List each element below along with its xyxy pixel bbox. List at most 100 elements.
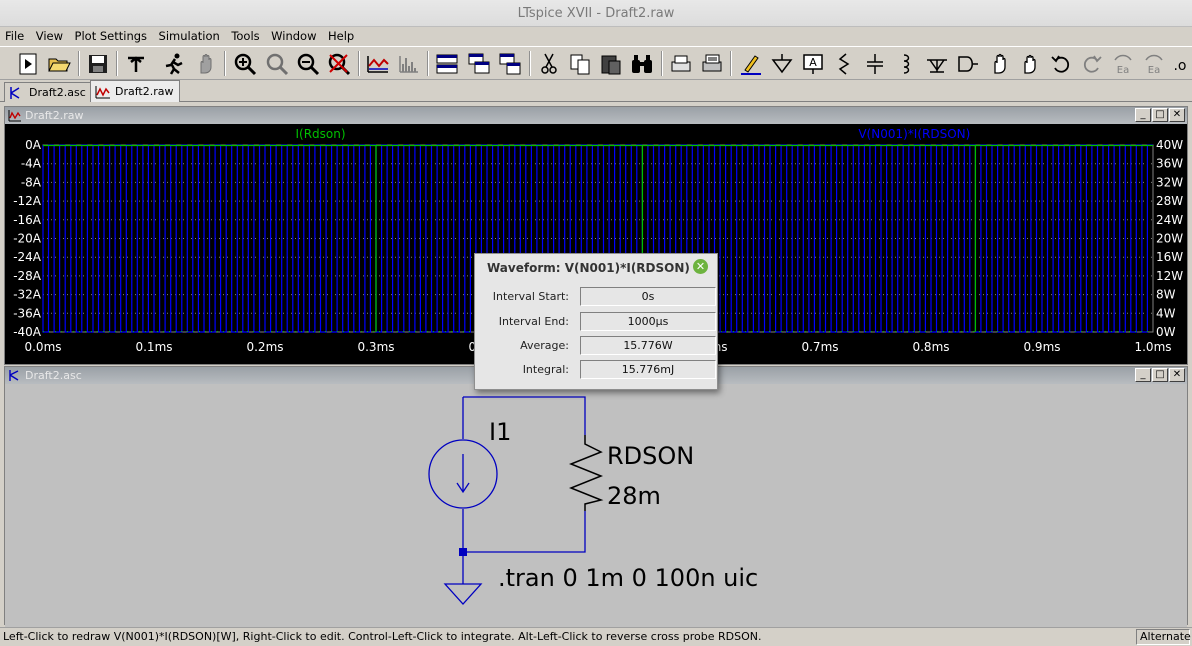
average-label: Average: xyxy=(520,339,569,352)
undo-icon[interactable] xyxy=(1047,50,1075,77)
save-icon[interactable] xyxy=(84,50,112,77)
svg-text:A: A xyxy=(809,56,817,69)
menu-plot-settings[interactable]: Plot Settings xyxy=(70,27,151,46)
y-right-tick-label: 28W xyxy=(1156,194,1183,208)
interval-start-row: Interval Start: 0s xyxy=(475,287,719,307)
draw-wire-icon[interactable] xyxy=(737,50,765,77)
dialog-title: Waveform: V(N001)*I(RDSON) xyxy=(487,261,690,275)
spice-directive-icon[interactable]: .o xyxy=(1168,50,1192,77)
maximize-button[interactable]: □ xyxy=(1152,368,1168,382)
rotate-icon[interactable]: Ea xyxy=(1109,50,1137,77)
print-setup-icon[interactable] xyxy=(667,50,695,77)
close-button[interactable]: ✕ xyxy=(1169,368,1185,382)
x-tick-label: 1.0ms xyxy=(1134,340,1171,354)
diode-icon[interactable] xyxy=(923,50,951,77)
junction-dot xyxy=(459,548,467,556)
wires[interactable] xyxy=(462,396,586,584)
y-left-tick-label: -16A xyxy=(13,213,42,227)
redo-icon[interactable] xyxy=(1078,50,1106,77)
capacitor-icon[interactable] xyxy=(861,50,889,77)
y-right-tick-label: 16W xyxy=(1156,250,1183,264)
average-value[interactable]: 15.776W xyxy=(580,336,716,355)
x-tick-label: 0.2ms xyxy=(246,340,283,354)
y-right-tick-label: 36W xyxy=(1156,157,1183,171)
autorange-icon[interactable] xyxy=(364,50,392,77)
status-text: Left-Click to redraw V(N001)*I(RDSON)[W]… xyxy=(3,630,762,643)
mirror-icon[interactable]: Ea xyxy=(1140,50,1168,77)
tile-horizontal-icon[interactable] xyxy=(433,50,461,77)
menu-tools[interactable]: Tools xyxy=(226,27,262,46)
waveform-icon xyxy=(95,85,110,98)
y-right-tick-label: 4W xyxy=(1156,306,1176,320)
y-left-tick-label: -20A xyxy=(13,232,42,246)
component-icon[interactable] xyxy=(954,50,982,77)
schematic-icon xyxy=(10,86,20,99)
y-right-tick-label: 32W xyxy=(1156,175,1183,189)
menu-bar: File View Plot Settings Simulation Tools… xyxy=(0,27,1192,46)
x-tick-label: 0.8ms xyxy=(912,340,949,354)
y-left-tick-label: 0A xyxy=(25,138,42,152)
x-tick-label: 0.9ms xyxy=(1023,340,1060,354)
zoom-out-icon[interactable] xyxy=(294,50,322,77)
svg-text:Ea: Ea xyxy=(1117,65,1129,76)
interval-end-label: Interval End: xyxy=(498,315,569,328)
source-label[interactable]: I1 xyxy=(489,418,511,446)
cut-icon[interactable] xyxy=(535,50,563,77)
average-row: Average: 15.776W xyxy=(475,336,719,356)
menu-file[interactable]: File xyxy=(0,27,27,46)
tab-draft2-raw[interactable]: Draft2.raw xyxy=(90,80,181,102)
menu-window[interactable]: Window xyxy=(266,27,319,46)
integral-value: 15.776mJ xyxy=(580,360,716,379)
move-icon[interactable] xyxy=(985,50,1013,77)
zoom-cancel-icon[interactable] xyxy=(325,50,353,77)
y-left-tick-label: -40A xyxy=(13,325,42,339)
print-icon[interactable] xyxy=(698,50,726,77)
resistor-symbol[interactable] xyxy=(568,435,604,511)
menu-simulation[interactable]: Simulation xyxy=(154,27,223,46)
svg-text:.o: .o xyxy=(1173,58,1186,74)
resistor-label[interactable]: RDSON xyxy=(607,442,694,470)
find-icon[interactable] xyxy=(628,50,656,77)
open-icon[interactable] xyxy=(45,50,73,77)
schematic-canvas[interactable]: I1 RDSON 28m .tran 0 1m 0 100n uic xyxy=(5,384,1187,630)
document-tabs: Draft2.asc Draft2.raw xyxy=(0,80,1192,102)
tab-draft2-asc[interactable]: Draft2.asc xyxy=(4,82,93,102)
menu-view[interactable]: View xyxy=(31,27,66,46)
copy-icon[interactable] xyxy=(566,50,594,77)
control-panel-icon[interactable] xyxy=(122,50,150,77)
y-left-tick-label: -4A xyxy=(21,157,42,171)
menu-help[interactable]: Help xyxy=(323,27,357,46)
inductor-icon[interactable] xyxy=(892,50,920,77)
close-button[interactable]: ✕ xyxy=(1169,108,1185,122)
new-schematic-icon[interactable] xyxy=(14,50,42,77)
spice-directive[interactable]: .tran 0 1m 0 100n uic xyxy=(498,564,758,592)
close-icon[interactable]: ✕ xyxy=(693,259,708,274)
ground-icon[interactable] xyxy=(768,50,796,77)
current-source-symbol[interactable] xyxy=(428,439,498,509)
label-net-icon[interactable]: A xyxy=(799,50,827,77)
schematic-window: Draft2.asc _ □ ✕ I1 RDSON 28m .tran 0 1m… xyxy=(4,366,1188,630)
paste-icon[interactable] xyxy=(597,50,625,77)
minimize-button[interactable]: _ xyxy=(1135,368,1151,382)
y-right-tick-label: 0W xyxy=(1156,325,1176,339)
minimize-button[interactable]: _ xyxy=(1135,108,1151,122)
fft-icon[interactable] xyxy=(395,50,423,77)
ground-symbol[interactable] xyxy=(443,583,483,605)
y-right-tick-label: 8W xyxy=(1156,288,1176,302)
series-label-current: I(Rdson) xyxy=(295,127,345,141)
cascade-icon[interactable] xyxy=(465,50,493,77)
interval-end-value: 1000µs xyxy=(580,312,716,331)
run-icon[interactable] xyxy=(160,50,188,77)
zoom-area-icon[interactable] xyxy=(263,50,291,77)
y-left-tick-label: -28A xyxy=(13,269,42,283)
toolbar: A Ea Ea .o xyxy=(0,46,1192,80)
zoom-in-icon[interactable] xyxy=(231,50,259,77)
drag-icon[interactable] xyxy=(1016,50,1044,77)
tile-vertical-icon[interactable] xyxy=(496,50,524,77)
resistor-value[interactable]: 28m xyxy=(607,482,661,510)
resistor-icon[interactable] xyxy=(830,50,858,77)
x-tick-label: 0.1ms xyxy=(135,340,172,354)
maximize-button[interactable]: □ xyxy=(1152,108,1168,122)
integral-label: Integral: xyxy=(522,363,569,376)
halt-icon[interactable] xyxy=(192,50,220,77)
